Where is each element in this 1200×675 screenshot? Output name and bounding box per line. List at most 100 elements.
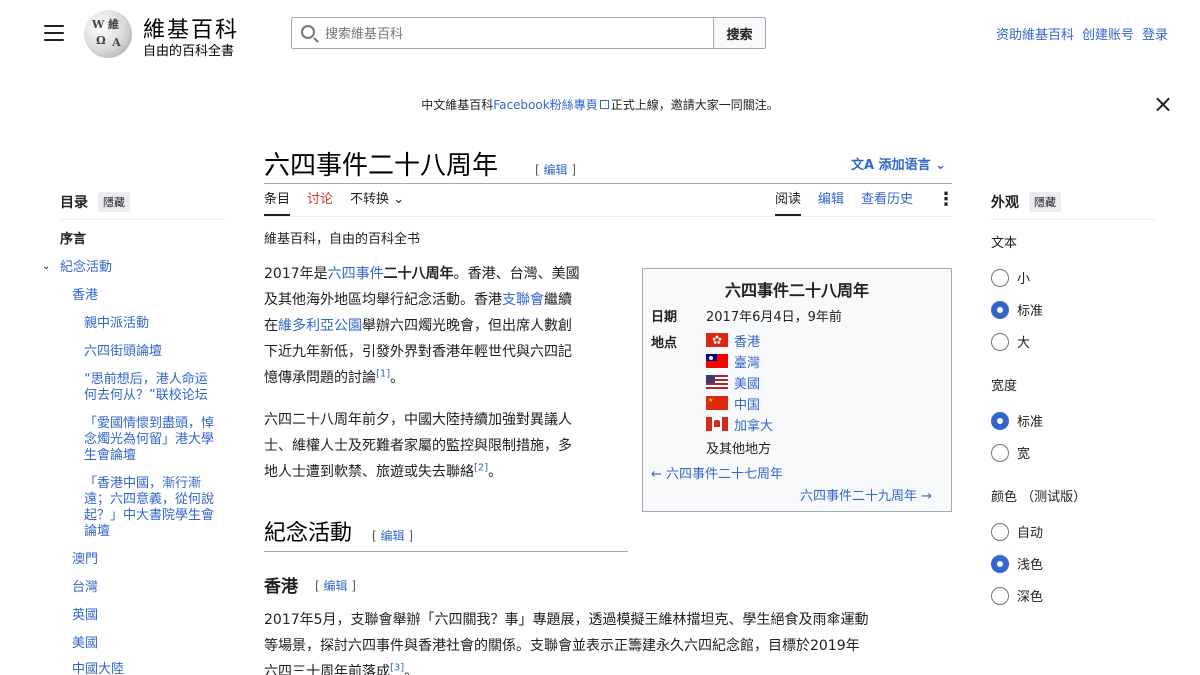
login-link[interactable]: 登录 [1142,24,1168,43]
toc-item-taiwan[interactable]: 台灣 [72,580,98,596]
place-row-canada: 加拿大 [706,415,773,434]
place-link-china[interactable]: 中国 [734,394,760,413]
subsection-edit-link[interactable]: [ 编辑 ] [315,577,356,594]
canada-flag-icon [706,417,728,431]
toc-item-mainland[interactable]: 中國大陸 [72,662,124,675]
search-button[interactable]: 搜索 [713,17,766,49]
infobox-title: 六四事件二十八周年 [724,281,869,300]
color-light-radio[interactable]: 浅色 [991,554,1043,573]
main-menu-icon[interactable] [44,25,64,41]
toc-item-usa[interactable]: 美國 [72,636,98,652]
wikipedia-logo[interactable]: W 維 Ω А [84,10,132,58]
place-link-canada[interactable]: 加拿大 [734,415,773,434]
ref-2[interactable]: [2] [474,462,488,473]
toc-item-cuhk-a[interactable]: 「香港中國，漸行漸 [84,476,201,492]
toc-item-pro-beijing[interactable]: 親中派活動 [84,316,149,332]
subsection-heading-hongkong: 香港 [264,577,298,597]
toc-item-lede[interactable]: 序言 [60,232,86,248]
facebook-link[interactable]: Facebook粉絲專頁 [493,98,597,112]
place-row-usa: 美國 [706,373,760,392]
place-row-china: ★ 中国 [706,394,760,413]
section-divider [264,551,628,552]
hongkong-flag-icon [706,333,728,347]
tab-edit[interactable]: 编辑 [818,190,844,216]
toc-item-hku-c[interactable]: 生會論壇 [84,448,136,464]
intro-paragraph: 2017年是六四事件二十八周年。香港、台灣、美國 及其他海外地區均舉行紀念活動。… [264,266,580,386]
toc-item-uk[interactable]: 英國 [72,608,98,624]
search-icon [301,25,315,39]
infobox-next-link[interactable]: 六四事件二十九周年 → [800,485,932,504]
width-standard-radio[interactable]: 标准 [991,411,1043,430]
toc-item-street-forum[interactable]: 六四街頭論壇 [84,344,162,360]
place-link-taiwan[interactable]: 臺灣 [734,352,760,371]
china-flag-icon: ★ [706,396,728,410]
tab-read[interactable]: 阅读 [775,190,802,216]
chevron-down-icon: ⌄ [393,192,405,207]
place-row-taiwan: 臺灣 [706,352,760,371]
tab-history[interactable]: 查看历史 [861,190,913,216]
ref-3[interactable]: [3] [390,662,404,673]
color-auto-radio[interactable]: 自动 [991,522,1043,541]
radio-icon [991,268,1009,287]
width-wide-radio[interactable]: 宽 [991,443,1030,462]
toc-item-macau[interactable]: 澳門 [72,552,98,568]
more-tools-icon[interactable]: ⋮ [937,191,955,211]
chevron-down-icon: ⌄ [935,158,947,173]
appearance-hide-button[interactable]: 隱藏 [1029,192,1061,212]
link-june-fourth[interactable]: 六四事件 [328,266,384,282]
search-box[interactable] [291,17,714,49]
tabs-divider [264,216,952,217]
text-size-standard-radio[interactable]: 标准 [991,300,1043,319]
toc-hide-button[interactable]: 隱藏 [98,192,130,212]
logo-glyph: А [112,36,121,49]
page-title: 六四事件二十八周年 [264,151,499,181]
search-input[interactable] [325,23,705,45]
toc-divider [60,219,225,220]
toc-item-cuhk-b[interactable]: 遠；六四意義，從何說 [84,492,214,508]
text-size-large-radio[interactable]: 大 [991,332,1030,351]
logo-glyph: W [92,18,105,31]
place-link-hongkong[interactable]: 香港 [734,331,760,350]
chevron-down-icon[interactable]: ⌄ [42,261,50,272]
site-subtitle: 維基百科，自由的百科全书 [264,232,421,247]
toc-item-forum-1a[interactable]: “思前想后，港人命运 [84,372,208,388]
toc-item-forum-1b[interactable]: 何去何从？”联校论坛 [84,388,208,404]
radio-icon [991,586,1009,605]
text-size-small-radio[interactable]: 小 [991,268,1030,287]
infobox-date-value: 2017年6月4日，9年前 [706,310,842,325]
external-link-icon [599,100,609,109]
toc-item-commemoration[interactable]: 紀念活動 [60,260,112,276]
toc-title: 目录 [60,195,88,211]
toc-item-cuhk-d[interactable]: 論壇 [84,524,110,540]
close-icon[interactable]: × [1153,92,1173,116]
namespace-tabs: 条目 讨论 不转换 ⌄ [264,190,404,216]
radio-icon [991,443,1009,462]
section-edit-link[interactable]: [ 编辑 ] [372,527,413,544]
width-label: 宽度 [991,379,1018,394]
notice-text: 中文維基百科 [421,98,494,112]
logo-glyph: 維 [108,18,119,31]
create-account-link[interactable]: 创建账号 [1082,24,1134,43]
title-edit-link[interactable]: [ 编辑 ] [535,161,576,178]
toc-item-hku-b[interactable]: 念燭光為何留」港大學 [84,432,214,448]
link-hka[interactable]: 支聯會 [502,292,544,308]
toc-item-hku-a[interactable]: 「愛國情懷到盡頭，悼 [84,416,214,432]
usa-flag-icon [706,375,728,389]
infobox-other-places: 及其他地方 [706,442,772,457]
link-victoria-park[interactable]: 維多利亞公園 [278,318,362,334]
radio-checked-icon [991,411,1009,430]
tab-talk[interactable]: 讨论 [307,190,333,216]
color-dark-radio[interactable]: 深色 [991,586,1043,605]
radio-checked-icon [991,554,1009,573]
color-label: 颜色 （测试版） [991,490,1087,505]
tab-article[interactable]: 条目 [264,190,291,216]
place-link-usa[interactable]: 美國 [734,373,760,392]
donate-link[interactable]: 资助維基百科 [996,24,1074,43]
toc-item-cuhk-c[interactable]: 起？」中大書院學生會 [84,508,214,524]
variant-dropdown[interactable]: 不转换 ⌄ [350,190,404,216]
logo-glyph: Ω [96,34,106,47]
add-language-button[interactable]: 文A 添加语言 ⌄ [851,154,946,173]
infobox-prev-link[interactable]: ← 六四事件二十七周年 [651,463,783,482]
ref-1[interactable]: [1] [376,368,390,379]
toc-item-hongkong[interactable]: 香港 [72,288,98,304]
